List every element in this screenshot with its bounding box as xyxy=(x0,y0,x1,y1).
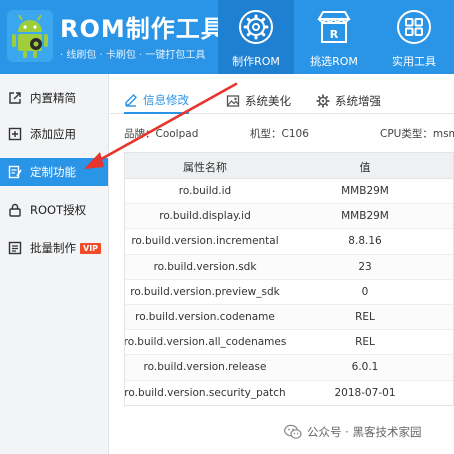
lock-icon xyxy=(9,203,21,217)
property-name-cell: ro.build.version.incremental xyxy=(131,235,279,248)
watermark-text: 公众号 · 黑客技术家园 xyxy=(307,425,422,439)
table-row[interactable]: ro.build.version.release 6.0.1 xyxy=(125,355,453,381)
sidebar-item-customize[interactable]: 定制功能 xyxy=(0,158,108,186)
property-name-cell: ro.build.version.release xyxy=(143,361,267,374)
tab-info-edit[interactable]: 信息修改 xyxy=(124,88,189,114)
svg-text:R: R xyxy=(330,28,339,41)
sidebar-item-label: 内置精简 xyxy=(30,91,76,105)
image-icon xyxy=(226,95,240,107)
sidebar-item-label: 批量制作 xyxy=(30,241,76,255)
property-value-cell[interactable]: 23 xyxy=(358,261,371,273)
property-name-cell: ro.build.version.preview_sdk xyxy=(130,285,280,298)
plus-box-icon xyxy=(8,127,22,141)
table-row[interactable]: ro.build.version.all_codenames REL xyxy=(124,330,453,356)
table-row[interactable]: ro.build.version.sdk 23 xyxy=(125,254,453,280)
property-name-cell: ro.build.version.all_codenames xyxy=(124,336,287,349)
watermark: 公众号 · 黑客技术家园 xyxy=(284,424,421,440)
brand-label: 品牌：Coolpad xyxy=(124,128,199,140)
tab-system-beautify[interactable]: 系统美化 xyxy=(226,88,291,114)
tab-pick-rom-label: 挑选ROM xyxy=(310,55,358,68)
sidebar-item-builtin-slim[interactable]: 内置精简 xyxy=(0,84,108,112)
property-name-cell: ro.build.version.security_patch xyxy=(124,386,286,399)
tab-make-rom-label: 制作ROM xyxy=(232,55,280,68)
property-value-cell[interactable]: 8.8.16 xyxy=(348,235,381,247)
table-row[interactable]: ro.build.version.codename REL xyxy=(125,305,453,331)
grid-icon xyxy=(397,10,431,44)
property-table: 属性名称 值 ro.build.id MMB29M ro.build.display… xyxy=(124,152,454,406)
tab-tools-label: 实用工具 xyxy=(392,55,436,68)
gear-icon xyxy=(316,94,330,108)
property-name-cell: ro.build.version.codename xyxy=(135,311,275,323)
android-logo-icon xyxy=(7,10,53,62)
property-name-cell: ro.build.id xyxy=(178,185,232,197)
wechat-icon xyxy=(284,424,302,439)
table-row[interactable]: ro.build.version.security_patch 2018-07-0… xyxy=(124,380,453,405)
property-value-cell[interactable]: MMB29M xyxy=(341,185,389,197)
table-header: 属性名称 值 xyxy=(125,153,453,179)
tab-label: 系统增强 xyxy=(335,94,381,108)
property-value-cell[interactable]: 0 xyxy=(362,286,369,298)
property-name-cell: ro.build.display.id xyxy=(159,210,251,223)
table-row[interactable]: ro.build.id MMB29M xyxy=(125,179,453,205)
edit-icon xyxy=(125,94,137,107)
shop-icon: R xyxy=(317,11,351,43)
sidebar-item-label: ROOT授权 xyxy=(30,203,87,217)
property-value-cell[interactable]: 2018-07-01 xyxy=(334,387,395,399)
app-subtitle: · 线刷包 · 卡刷包 · 一键打包工具 xyxy=(60,50,206,61)
sidebar-item-label: 定制功能 xyxy=(30,165,76,179)
vip-badge: VIP xyxy=(80,242,102,254)
customize-icon xyxy=(8,165,22,179)
property-value-cell[interactable]: 6.0.1 xyxy=(352,361,379,373)
model-label: 机型：C106 xyxy=(250,128,309,140)
batch-icon xyxy=(8,241,22,255)
property-name-cell: ro.build.version.sdk xyxy=(153,260,257,273)
sidebar-item-root[interactable]: ROOT授权 xyxy=(0,196,108,224)
table-row[interactable]: ro.build.display.id MMB29M xyxy=(125,204,453,230)
property-value-cell[interactable]: REL xyxy=(355,336,375,348)
table-row[interactable]: ro.build.version.preview_sdk 0 xyxy=(125,279,453,305)
tab-label: 信息修改 xyxy=(143,93,189,107)
sidebar-item-batch[interactable]: 批量制作 VIP xyxy=(0,234,108,262)
tab-make-rom[interactable]: 制作ROM xyxy=(218,0,294,74)
gear-icon xyxy=(239,10,273,44)
tab-tools[interactable]: 实用工具 xyxy=(376,0,452,74)
tab-label: 系统美化 xyxy=(245,94,291,108)
tab-system-enhance[interactable]: 系统增强 xyxy=(316,88,381,114)
property-value-cell[interactable]: MMB29M xyxy=(341,210,389,222)
tab-pick-rom[interactable]: R 挑选ROM xyxy=(296,0,372,74)
sidebar-item-add-app[interactable]: 添加应用 xyxy=(0,120,108,148)
sidebar: 内置精简 添加应用 定制功能 ROOT授权 批量制作 VIP xyxy=(0,74,109,454)
app-title: ROM制作工具 xyxy=(60,15,226,43)
sidebar-item-label: 添加应用 xyxy=(30,127,76,141)
column-header-value[interactable]: 值 xyxy=(360,159,371,175)
main-tab-bar: 信息修改 系统美化 系统增强 xyxy=(110,84,454,114)
property-value-cell[interactable]: REL xyxy=(355,311,375,323)
cpu-label: CPU类型：msm8 xyxy=(380,128,454,140)
export-icon xyxy=(9,92,21,104)
table-row[interactable]: ro.build.version.incremental 8.8.16 xyxy=(125,229,453,255)
app-header: ROM制作工具 · 线刷包 · 卡刷包 · 一键打包工具 制作ROM R 挑选R… xyxy=(0,0,454,74)
device-info-row: 品牌：Coolpad 机型：C106 CPU类型：msm8 xyxy=(110,124,454,142)
column-header-property[interactable]: 属性名称 xyxy=(183,159,227,175)
